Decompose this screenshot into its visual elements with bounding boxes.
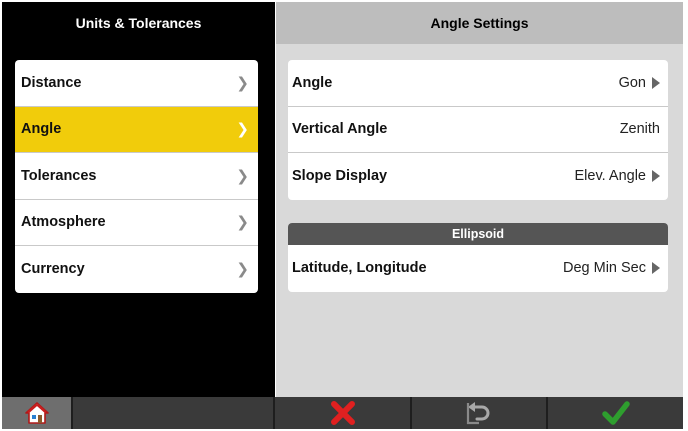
units-tolerances-panel: Units & Tolerances Distance ❯ Angle ❯ To… — [2, 2, 275, 397]
chevron-right-icon: ❯ — [236, 121, 249, 139]
triangle-right-icon — [652, 262, 660, 275]
chevron-right-icon: ❯ — [236, 214, 249, 232]
confirm-button[interactable] — [548, 397, 683, 429]
setting-value: Elev. Angle — [574, 168, 646, 185]
chevron-right-icon: ❯ — [236, 74, 249, 92]
ellipsoid-section-header: Ellipsoid — [288, 223, 668, 245]
setting-label: Slope Display — [292, 168, 388, 185]
angle-settings-card: Angle Gon Vertical Angle Zenith Slope Di… — [288, 60, 668, 200]
setting-row-latitude-longitude[interactable]: Latitude, Longitude Deg Min Sec — [288, 245, 668, 292]
category-label: Atmosphere — [21, 214, 106, 231]
setting-value: Deg Min Sec — [562, 260, 646, 277]
category-label: Distance — [21, 74, 82, 91]
home-button[interactable] — [2, 397, 73, 429]
checkmark-icon — [601, 401, 630, 425]
setting-value: Gon — [618, 74, 646, 91]
undo-icon — [466, 402, 490, 425]
undo-button[interactable] — [412, 397, 548, 429]
setting-row-angle[interactable]: Angle Gon — [288, 60, 668, 107]
triangle-right-icon — [652, 170, 660, 183]
category-item-distance[interactable]: Distance ❯ — [15, 60, 258, 107]
x-icon — [330, 401, 355, 425]
cancel-button[interactable] — [275, 397, 412, 429]
bottom-toolbar — [2, 397, 683, 429]
ellipsoid-card: Ellipsoid Latitude, Longitude Deg Min Se… — [288, 223, 668, 292]
right-panel-title: Angle Settings — [276, 2, 683, 44]
category-label: Currency — [21, 261, 85, 278]
category-item-currency[interactable]: Currency ❯ — [15, 246, 258, 293]
category-list: Distance ❯ Angle ❯ Tolerances ❯ Atmosphe… — [15, 60, 258, 293]
setting-label: Angle — [292, 74, 333, 91]
setting-value: Zenith — [619, 121, 660, 138]
setting-label: Vertical Angle — [292, 121, 388, 138]
setting-label: Latitude, Longitude — [292, 260, 427, 277]
left-panel-title: Units & Tolerances — [75, 15, 202, 31]
category-item-tolerances[interactable]: Tolerances ❯ — [15, 153, 258, 200]
home-icon — [24, 402, 49, 424]
setting-row-slope-display[interactable]: Slope Display Elev. Angle — [288, 153, 668, 200]
triangle-right-icon — [652, 76, 660, 89]
category-label: Angle — [21, 121, 62, 138]
chevron-right-icon: ❯ — [236, 167, 249, 185]
category-item-angle[interactable]: Angle ❯ — [15, 106, 258, 153]
category-item-atmosphere[interactable]: Atmosphere ❯ — [15, 200, 258, 246]
angle-settings-panel: Angle Settings Angle Gon Vertical Angle … — [276, 2, 683, 397]
category-label: Tolerances — [21, 167, 97, 184]
chevron-right-icon: ❯ — [236, 261, 249, 279]
toolbar-spacer — [73, 397, 275, 429]
setting-row-vertical-angle[interactable]: Vertical Angle Zenith — [288, 107, 668, 153]
